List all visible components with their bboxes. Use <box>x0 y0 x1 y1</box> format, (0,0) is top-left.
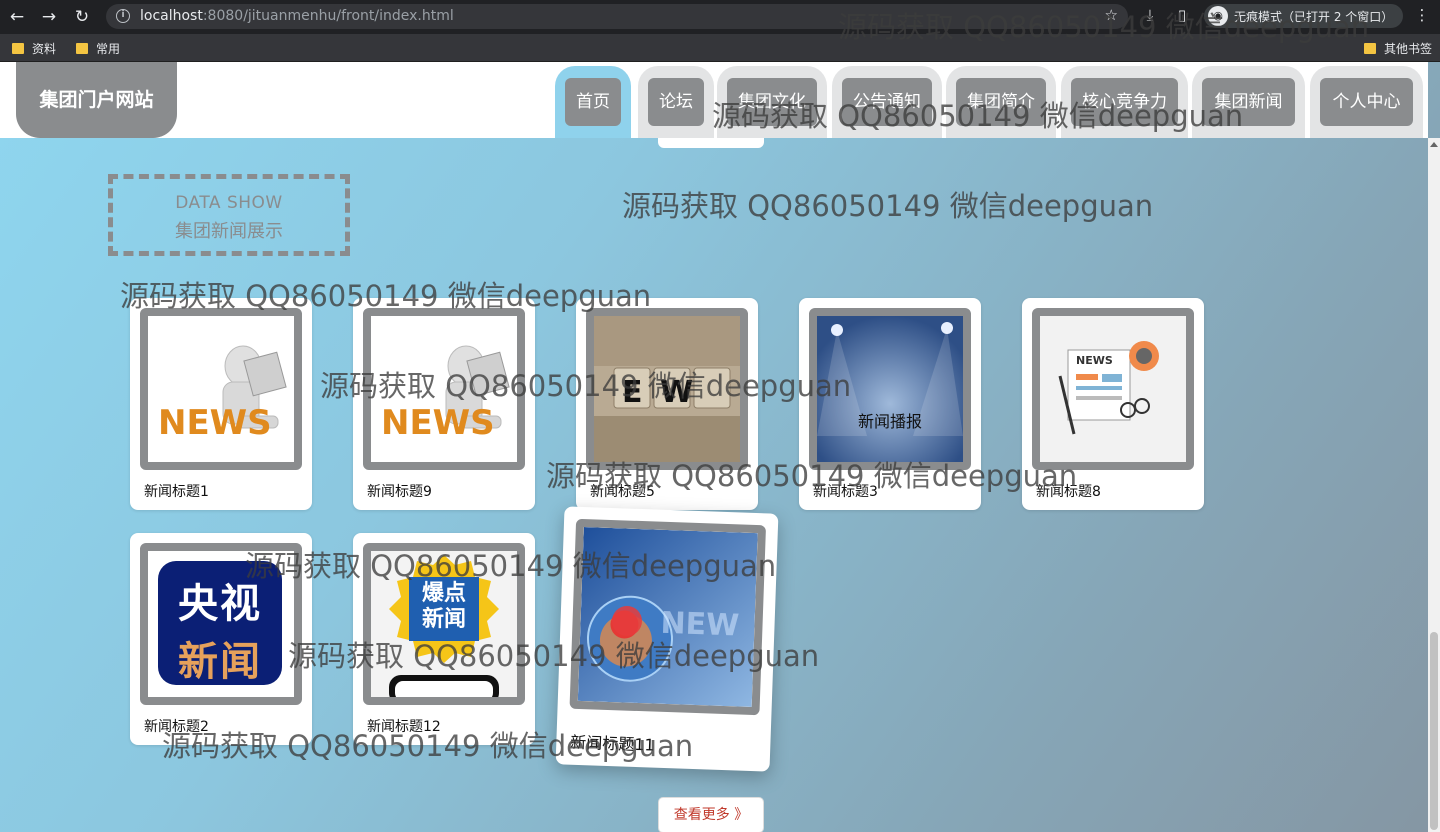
news-thumbnail[interactable]: 央视 新闻 <box>140 543 302 705</box>
breaking-news-caption: 爆点 新闻 <box>409 581 479 633</box>
news-title[interactable]: 新闻标题12 <box>367 716 441 736</box>
news-card[interactable]: NEWS 新闻标题1 <box>130 298 312 510</box>
nav-tab-label: 论坛 <box>648 78 704 126</box>
folder-icon <box>76 43 88 54</box>
news-card[interactable]: E W 新闻标题5 <box>576 298 758 510</box>
previous-section-button-edge[interactable] <box>658 138 764 148</box>
folder-icon <box>1364 43 1376 54</box>
news-card[interactable]: 新闻播报 新闻标题3 <box>799 298 981 510</box>
forward-arrow-icon[interactable]: → <box>38 6 60 28</box>
nav-tab-culture[interactable]: 集团文化 <box>717 66 827 138</box>
nav-tab-label: 公告通知 <box>842 78 932 126</box>
news-thumbnail[interactable]: NEWS <box>1032 308 1194 470</box>
nav-tab-profile[interactable]: 个人中心 <box>1310 66 1423 138</box>
bookmark-folder-other[interactable]: 其他书签 <box>1364 40 1432 57</box>
section-title-box: DATA SHOW 集团新闻展示 <box>108 174 350 256</box>
url-text[interactable]: localhost:8080/jituanmenhu/front/index.h… <box>140 8 454 24</box>
nav-tab-competitiveness[interactable]: 核心竞争力 <box>1061 66 1188 138</box>
bookmark-label: 其他书签 <box>1384 42 1433 56</box>
news-title[interactable]: 新闻标题2 <box>144 716 209 736</box>
reload-icon[interactable]: ↻ <box>71 6 93 28</box>
letter-blocks-image: E W <box>594 316 740 462</box>
url-path: :8080/jituanmenhu/front/index.html <box>202 8 454 24</box>
news-thumbnail[interactable]: 爆点 新闻 <box>363 543 525 705</box>
nav-tab-home[interactable]: 首页 <box>555 66 631 138</box>
site-header: 集团门户网站 首页 论坛 集团文化 公告通知 集团简介 核心竞争力 集团新闻 个… <box>0 62 1428 138</box>
news-title[interactable]: 新闻标题1 <box>144 481 209 501</box>
nav-tab-label: 首页 <box>565 78 621 126</box>
svg-text:W: W <box>660 375 693 410</box>
site-info-icon[interactable]: i <box>116 9 130 23</box>
svg-text:NEWS: NEWS <box>381 403 495 443</box>
news-card[interactable]: NEWS 新闻标题9 <box>353 298 535 510</box>
site-logo[interactable]: 集团门户网站 <box>16 62 177 138</box>
news-title[interactable]: 新闻标题8 <box>1036 481 1101 501</box>
image-caption: 新闻 <box>178 639 262 685</box>
incognito-icon: ◉ <box>1208 6 1228 26</box>
svg-text:NEWS: NEWS <box>158 403 272 443</box>
page-scrollbar[interactable] <box>1428 138 1440 832</box>
newspaper-illustration-image <box>1040 316 1186 462</box>
nav-tab-label: 集团简介 <box>956 78 1046 126</box>
url-host: localhost <box>140 8 203 24</box>
incognito-badge[interactable]: ◉ 无痕模式（已打开 2 个窗口） <box>1204 4 1404 28</box>
news-card[interactable]: NEWS 新闻标题8 <box>1022 298 1204 510</box>
news-3d-man-image: NEWS <box>148 316 294 462</box>
scrollbar-thumb[interactable] <box>1430 632 1438 830</box>
news-3d-man-image: NEWS <box>371 316 517 462</box>
image-caption: 新闻 <box>421 607 466 632</box>
bookmark-folder-ziliao[interactable]: 资料 <box>12 40 56 57</box>
nav-tab-news[interactable]: 集团新闻 <box>1192 66 1305 138</box>
news-thumbnail[interactable]: E W <box>586 308 748 470</box>
download-icon[interactable]: ⤓ <box>1140 6 1160 24</box>
page-viewport: 集团门户网站 首页 论坛 集团文化 公告通知 集团简介 核心竞争力 集团新闻 个… <box>0 62 1440 832</box>
nav-tab-label: 核心竞争力 <box>1071 78 1178 126</box>
broadcast-stage-image <box>817 316 963 462</box>
news-title[interactable]: 新闻标题11 <box>570 729 655 756</box>
nav-tab-label: 个人中心 <box>1320 78 1413 126</box>
scroll-up-icon[interactable] <box>1430 142 1438 147</box>
mouse-cursor-icon <box>612 606 642 636</box>
browser-toolbar: ← → ↻ i localhost:8080/jituanmenhu/front… <box>0 0 1440 34</box>
image-caption: NEW <box>659 605 740 644</box>
nav-tab-label: 集团新闻 <box>1202 78 1295 126</box>
nav-tab-notice[interactable]: 公告通知 <box>832 66 942 138</box>
reading-list-icon[interactable]: ▯ <box>1172 6 1192 24</box>
incognito-label: 无痕模式（已打开 2 个窗口） <box>1234 9 1394 24</box>
news-card[interactable]: 央视 新闻 新闻标题2 <box>130 533 312 745</box>
menu-dots-icon[interactable]: ⋮ <box>1412 6 1432 24</box>
nav-tab-forum[interactable]: 论坛 <box>638 66 714 138</box>
svg-text:E: E <box>622 375 643 410</box>
news-card[interactable]: 爆点 新闻 新闻标题12 <box>353 533 535 745</box>
bookmark-folder-changyong[interactable]: 常用 <box>76 40 120 57</box>
news-title[interactable]: 新闻标题5 <box>590 481 655 501</box>
folder-icon <box>12 43 24 54</box>
back-arrow-icon[interactable]: ← <box>6 6 28 28</box>
image-caption: NEWS <box>1076 354 1113 367</box>
view-more-button[interactable]: 查看更多 》 <box>658 797 764 832</box>
image-caption: 新闻播报 <box>857 412 922 431</box>
bookmarks-bar: 资料 常用 其他书签 <box>0 34 1440 62</box>
bookmark-label: 常用 <box>96 42 121 56</box>
address-bar[interactable]: i localhost:8080/jituanmenhu/front/index… <box>106 4 1128 29</box>
nav-tab-label: 集团文化 <box>727 78 817 126</box>
news-thumbnail[interactable]: NEW <box>569 518 767 716</box>
image-caption: 爆点 <box>421 581 466 606</box>
news-title[interactable]: 新闻标题9 <box>367 481 432 501</box>
bookmark-star-icon[interactable]: ☆ <box>1105 6 1118 24</box>
news-thumbnail[interactable]: 新闻播报 <box>809 308 971 470</box>
news-thumbnail[interactable]: NEWS <box>363 308 525 470</box>
nav-tab-intro[interactable]: 集团简介 <box>946 66 1056 138</box>
bookmark-label: 资料 <box>32 42 57 56</box>
section-title-en: DATA SHOW <box>175 193 283 213</box>
news-card-hovered[interactable]: NEW 新闻标题11 <box>555 506 779 772</box>
news-thumbnail[interactable]: NEWS <box>140 308 302 470</box>
cctv-news-logo-image: 央视 新闻 <box>158 561 282 685</box>
image-caption: 央视 <box>178 581 262 627</box>
news-title[interactable]: 新闻标题3 <box>813 481 878 501</box>
section-title-cn: 集团新闻展示 <box>175 221 283 242</box>
